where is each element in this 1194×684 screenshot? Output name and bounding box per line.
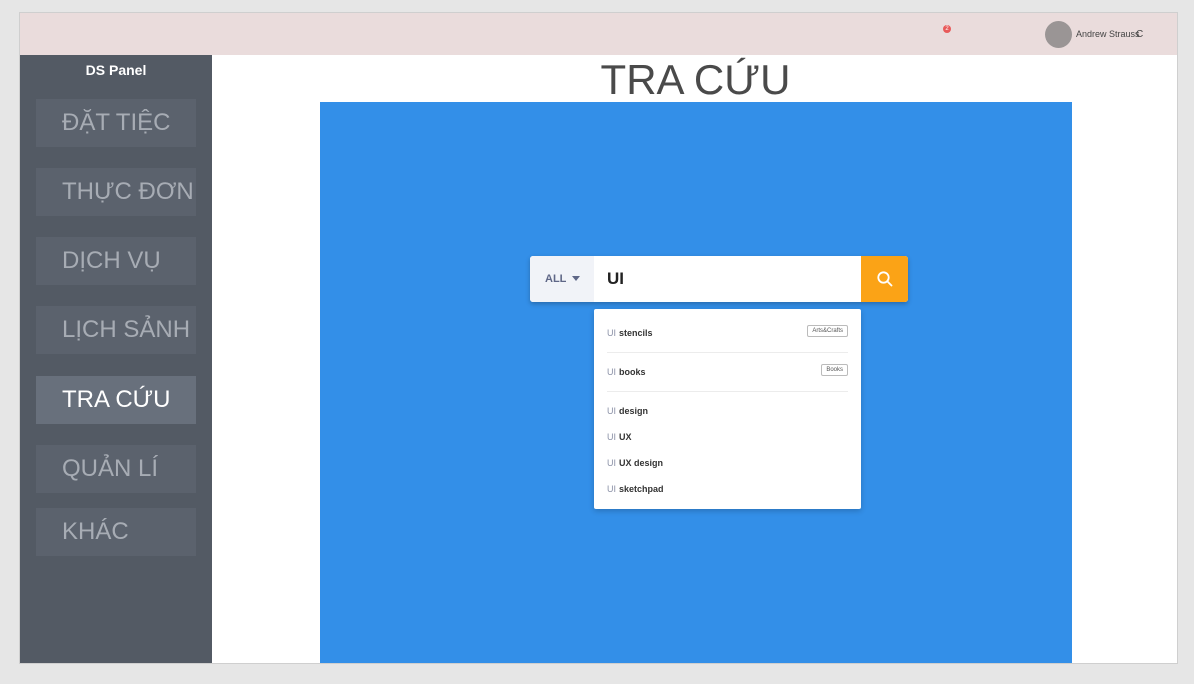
search-icon <box>877 271 893 287</box>
chevron-down-icon <box>572 276 580 281</box>
top-bar: 2 Andrew Strauss C <box>20 13 1177 55</box>
divider <box>607 391 848 392</box>
sidebar-item-lich-sanh[interactable]: LỊCH SẢNH <box>36 306 196 354</box>
search-panel: ALL UIstencils Arts&Crafts UIbooks Books <box>320 102 1072 663</box>
category-filter-label: ALL <box>545 273 567 285</box>
app-window: 2 Andrew Strauss C DS Panel ĐẶT TIỆC THỰ… <box>19 12 1178 664</box>
suggestion-item[interactable]: UI books Books <box>594 364 861 377</box>
suggestion-item[interactable]: UI stencils Arts&Crafts <box>594 325 861 338</box>
avatar[interactable] <box>1045 21 1072 48</box>
sidebar-item-quan-li[interactable]: QUẢN LÍ <box>36 445 196 493</box>
suggestion-item[interactable]: UI sketchpad <box>594 484 861 494</box>
suggestion-item[interactable]: UI design <box>594 406 861 416</box>
category-tag: Arts&Crafts <box>807 325 848 337</box>
user-name[interactable]: Andrew Strauss <box>1076 29 1140 39</box>
sidebar-item-khac[interactable]: KHÁC <box>36 508 196 556</box>
search-bar: ALL <box>530 256 908 302</box>
sidebar-title: DS Panel <box>85 62 147 78</box>
search-button[interactable] <box>861 256 908 302</box>
sidebar-item-dat-tiec[interactable]: ĐẶT TIỆC <box>36 99 196 147</box>
sidebar-item-dich-vu[interactable]: DỊCH VỤ <box>36 237 196 285</box>
sidebar-item-tra-cuu[interactable]: TRA CỨU <box>36 376 196 424</box>
user-menu-caret[interactable]: C <box>1136 29 1143 40</box>
sidebar-item-thuc-don[interactable]: THỰC ĐƠN <box>36 168 196 216</box>
suggestion-item[interactable]: UI UX <box>594 432 861 442</box>
category-tag: Books <box>821 364 848 376</box>
sidebar: DS Panel ĐẶT TIỆC THỰC ĐƠN DỊCH VỤ LỊCH … <box>20 55 212 663</box>
suggestions-dropdown: UI stencils Arts&Crafts UI books Books UI d… <box>594 309 861 509</box>
notification-badge[interactable]: 2 <box>943 25 951 33</box>
divider <box>607 352 848 353</box>
suggestion-item[interactable]: UI UX design <box>594 458 861 468</box>
search-input[interactable] <box>594 256 862 302</box>
category-filter-select[interactable]: ALL <box>530 256 594 302</box>
page-title: TRA CỨU <box>600 56 791 103</box>
